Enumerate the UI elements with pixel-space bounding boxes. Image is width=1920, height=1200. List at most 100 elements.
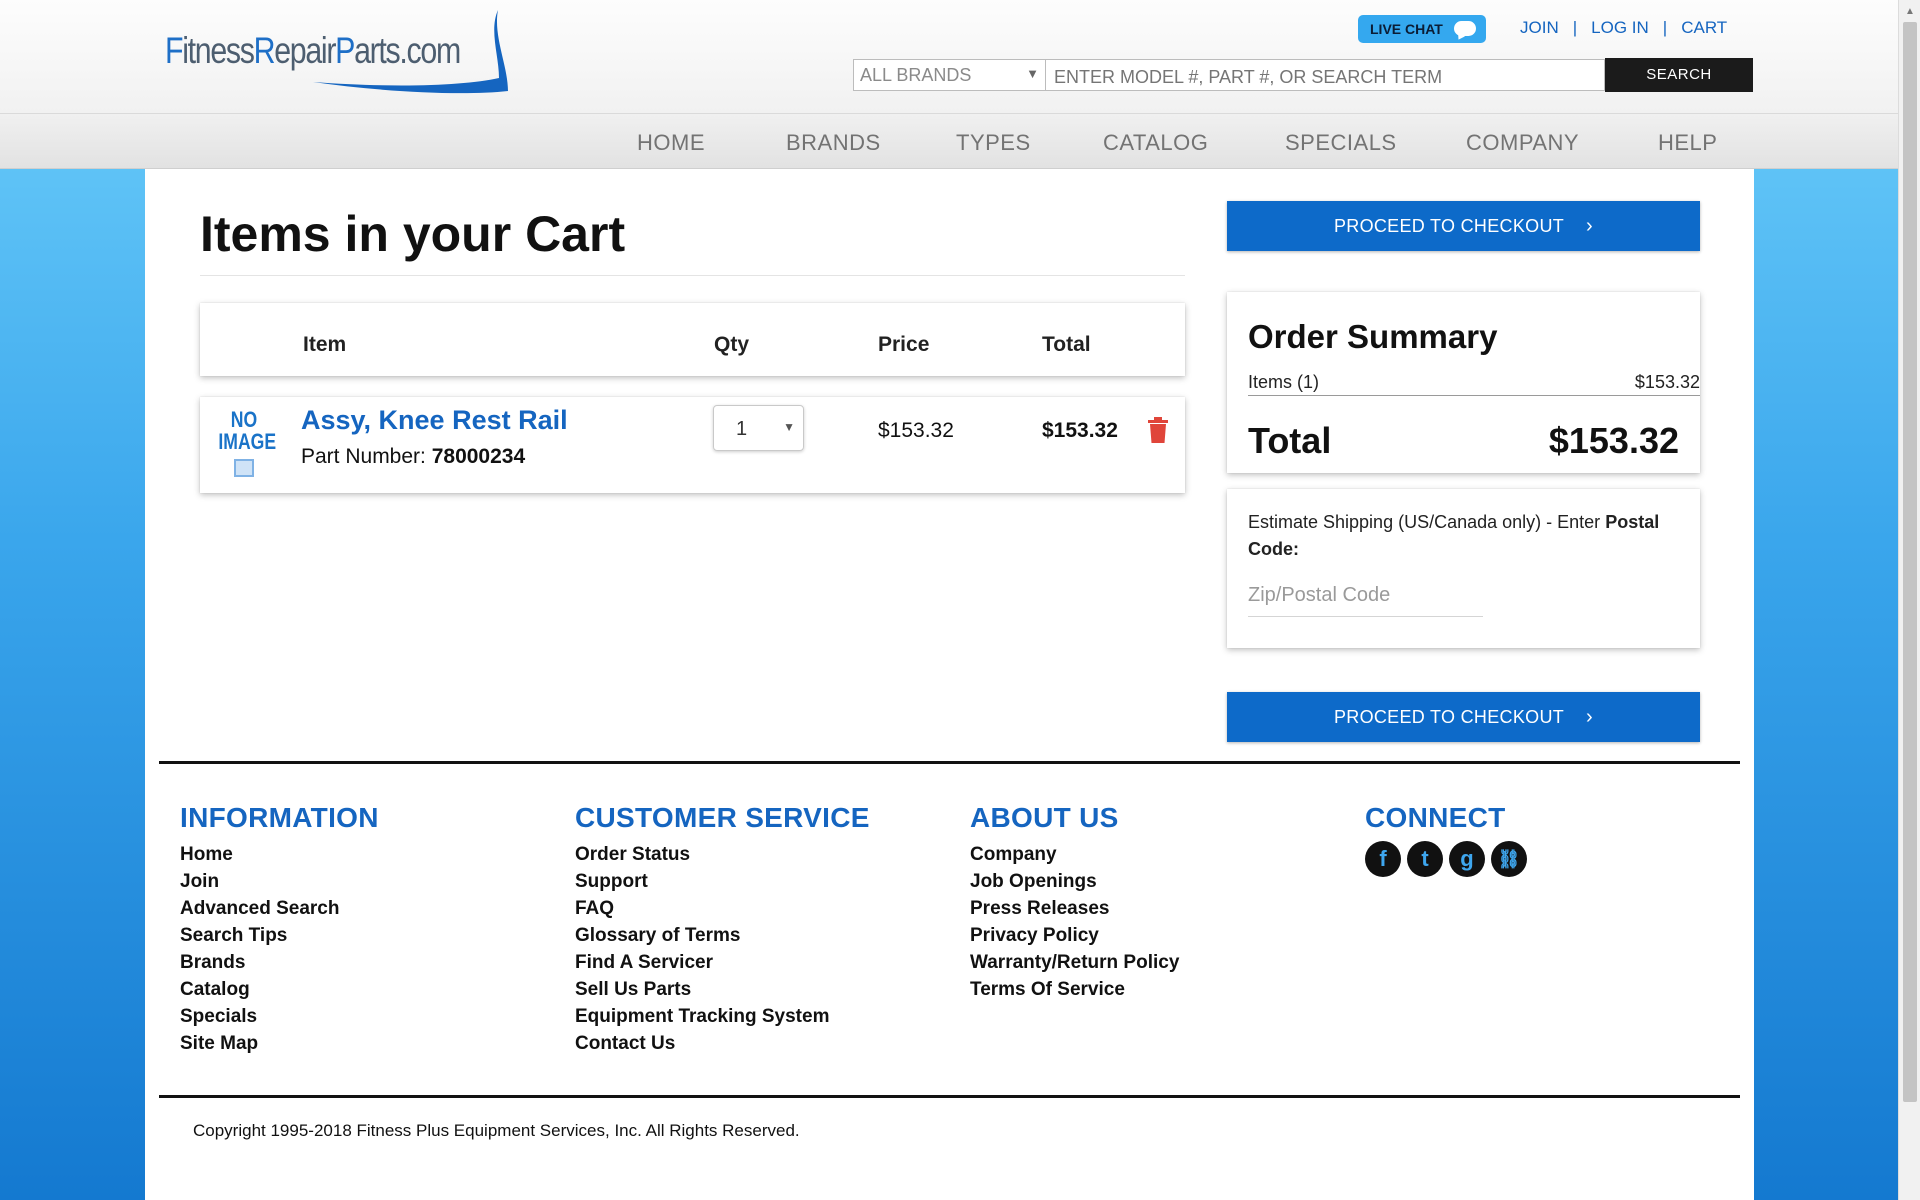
shipping-text: Estimate Shipping (US/Canada only) - Ent… [1248, 512, 1601, 532]
quantity-select[interactable]: 1 ▼ [713, 405, 804, 451]
nav-specials[interactable]: SPECIALS [1285, 130, 1397, 156]
footer-heading: INFORMATION [180, 802, 379, 833]
column-header-qty: Qty [714, 333, 750, 356]
footer-link-catalog[interactable]: Catalog [180, 976, 379, 1003]
footer-link-home[interactable]: Home [180, 841, 379, 868]
footer-link-join[interactable]: Join [180, 868, 379, 895]
delete-item-icon[interactable] [1147, 417, 1169, 448]
cart-item-row: NO IMAGE Assy, Knee Rest Rail Part Numbe… [200, 397, 1185, 493]
part-number: Part Number: 78000234 [301, 445, 525, 469]
search-input[interactable] [1046, 59, 1605, 91]
chevron-right-icon: › [1586, 706, 1594, 728]
footer-bottom-divider [159, 1095, 1740, 1098]
link-icon[interactable]: ⛓ [1491, 841, 1527, 877]
footer-link-advanced-search[interactable]: Advanced Search [180, 895, 379, 922]
product-image-placeholder[interactable]: NO IMAGE [212, 409, 276, 479]
footer-link-contact-us[interactable]: Contact Us [575, 1030, 870, 1057]
logo-text: FitnessRepairParts.com [165, 30, 461, 71]
nav-home[interactable]: HOME [637, 130, 705, 156]
nav-brands[interactable]: BRANDS [786, 130, 881, 156]
footer-link-sell-parts[interactable]: Sell Us Parts [575, 976, 870, 1003]
chat-bubble-icon [1454, 21, 1476, 36]
footer-link-glossary[interactable]: Glossary of Terms [575, 922, 870, 949]
cart-table-header: Item Qty Price Total [200, 303, 1185, 376]
login-link[interactable]: LOG IN [1591, 18, 1649, 37]
dropdown-arrow-icon: ▼ [1026, 66, 1039, 81]
nav-catalog[interactable]: CATALOG [1103, 130, 1208, 156]
checkout-label: PROCEED TO CHECKOUT [1333, 707, 1565, 727]
footer-link-order-status[interactable]: Order Status [575, 841, 870, 868]
dropdown-arrow-icon: ▼ [783, 420, 795, 434]
footer-link-equipment-tracking[interactable]: Equipment Tracking System [575, 1003, 870, 1030]
footer-link-terms-of-service[interactable]: Terms Of Service [970, 976, 1179, 1003]
footer-column-customer-service: CUSTOMER SERVICE Order Status Support FA… [575, 802, 870, 1057]
search-button[interactable]: SEARCH [1605, 58, 1753, 92]
image-placeholder-icon [234, 459, 254, 477]
checkout-label: PROCEED TO CHECKOUT [1333, 216, 1565, 236]
footer-link-privacy-policy[interactable]: Privacy Policy [970, 922, 1179, 949]
order-summary: Order Summary Items (1) $153.32 Total $1… [1227, 292, 1700, 473]
quantity-value: 1 [736, 418, 748, 440]
live-chat-button[interactable]: LIVE CHAT [1358, 15, 1486, 43]
chevron-right-icon: › [1586, 215, 1594, 237]
nav-company[interactable]: COMPANY [1466, 130, 1579, 156]
shipping-estimate: Estimate Shipping (US/Canada only) - Ent… [1227, 489, 1700, 648]
footer-heading: ABOUT US [970, 802, 1119, 833]
footer-link-site-map[interactable]: Site Map [180, 1030, 379, 1057]
footer-link-brands[interactable]: Brands [180, 949, 379, 976]
part-number-label: Part Number: [301, 445, 426, 468]
join-link[interactable]: JOIN [1520, 18, 1559, 37]
column-header-price: Price [878, 333, 930, 356]
site-header: FitnessRepairParts.com LIVE CHAT JOIN | LO… [0, 0, 1898, 113]
footer-link-company[interactable]: Company [970, 841, 1179, 868]
proceed-to-checkout-button-bottom[interactable]: PROCEED TO CHECKOUT › [1227, 692, 1700, 742]
footer-link-support[interactable]: Support [575, 868, 870, 895]
nav-types[interactable]: TYPES [956, 130, 1031, 156]
footer-link-specials[interactable]: Specials [180, 1003, 379, 1030]
footer-link-press-releases[interactable]: Press Releases [970, 895, 1179, 922]
copyright-text: Copyright 1995-2018 Fitness Plus Equipme… [193, 1121, 800, 1140]
brand-select-value: ALL BRANDS [860, 65, 972, 85]
main-nav: HOME BRANDS TYPES CATALOG SPECIALS COMPA… [0, 113, 1898, 169]
footer-link-search-tips[interactable]: Search Tips [180, 922, 379, 949]
item-total: $153.32 [1042, 419, 1118, 442]
footer-link-warranty-return[interactable]: Warranty/Return Policy [970, 949, 1179, 976]
footer-heading: CUSTOMER SERVICE [575, 802, 870, 833]
facebook-icon[interactable]: f [1365, 841, 1401, 877]
part-number-value: 78000234 [431, 445, 526, 468]
scroll-up-arrow-icon[interactable]: ▲ [1905, 6, 1915, 17]
shipping-instructions: Estimate Shipping (US/Canada only) - Ent… [1248, 509, 1698, 563]
social-links: f t g ⛓ [1365, 841, 1527, 877]
footer-link-job-openings[interactable]: Job Openings [970, 868, 1179, 895]
order-summary-title: Order Summary [1248, 318, 1498, 355]
footer-link-find-servicer[interactable]: Find A Servicer [575, 949, 870, 976]
account-links: JOIN | LOG IN | CART [1520, 18, 1727, 38]
items-subtotal: $153.32 [1634, 372, 1700, 392]
title-divider [200, 275, 1185, 276]
footer-link-faq[interactable]: FAQ [575, 895, 870, 922]
zip-placeholder: Zip/Postal Code [1248, 584, 1391, 606]
footer-column-about-us: ABOUT US Company Job Openings Press Rele… [970, 802, 1179, 1003]
site-logo[interactable]: FitnessRepairParts.com [163, 6, 513, 102]
footer-column-connect: CONNECT f t g ⛓ [1365, 802, 1527, 877]
link-separator: | [1572, 18, 1578, 37]
total-value: $153.32 [1548, 420, 1679, 461]
page-title: Items in your Cart [200, 206, 626, 262]
proceed-to-checkout-button[interactable]: PROCEED TO CHECKOUT › [1227, 201, 1700, 251]
page-scrollbar[interactable]: ▲ [1898, 0, 1920, 1200]
item-name-link[interactable]: Assy, Knee Rest Rail [301, 405, 568, 436]
order-summary-items: Items (1) $153.32 [1248, 372, 1700, 396]
nav-help[interactable]: HELP [1658, 130, 1717, 156]
scrollbar-thumb[interactable] [1903, 22, 1917, 1102]
zip-postal-code-input[interactable]: Zip/Postal Code [1248, 581, 1483, 617]
brand-select[interactable]: ALL BRANDS ▼ [853, 59, 1046, 91]
twitter-icon[interactable]: t [1407, 841, 1443, 877]
google-icon[interactable]: g [1449, 841, 1485, 877]
footer-column-information: INFORMATION Home Join Advanced Search Se… [180, 802, 379, 1057]
item-price: $153.32 [878, 419, 954, 442]
footer-heading: CONNECT [1365, 802, 1506, 833]
column-header-item: Item [303, 333, 347, 356]
cart-link[interactable]: CART [1681, 18, 1727, 37]
live-chat-label: LIVE CHAT [1370, 21, 1443, 37]
link-separator: | [1662, 18, 1668, 37]
